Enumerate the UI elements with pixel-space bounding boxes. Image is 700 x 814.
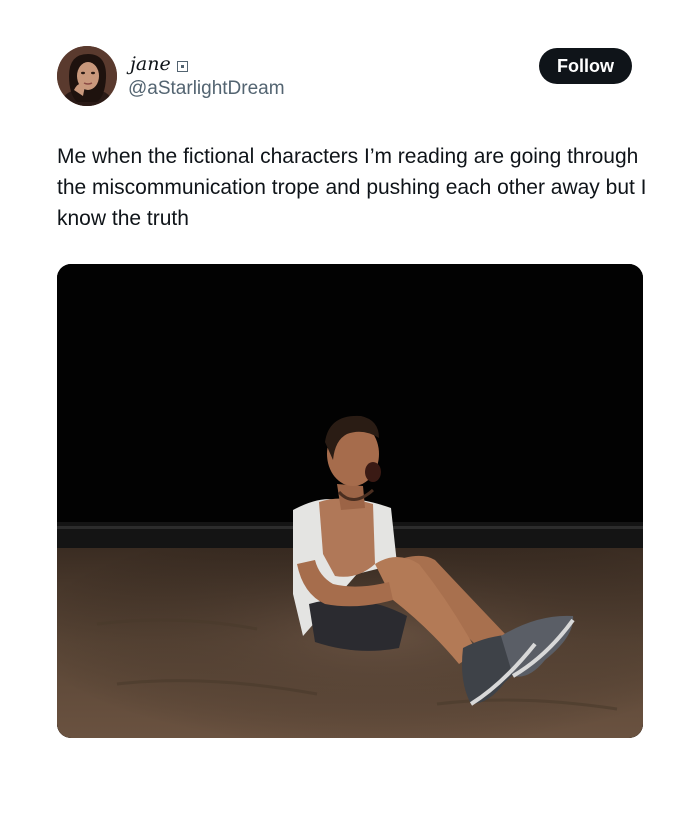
tweet-card: jane @aStarlightDream Follow Me when the… (0, 0, 700, 814)
follow-button[interactable]: Follow (539, 48, 632, 84)
square-badge-icon (176, 60, 188, 72)
tweet-media-image[interactable] (57, 264, 643, 738)
user-handle[interactable]: @aStarlightDream (128, 77, 285, 101)
avatar[interactable] (57, 46, 117, 106)
name-row: jane (130, 52, 188, 76)
avatar-image (57, 46, 117, 106)
tweet-text: Me when the fictional characters I’m rea… (57, 145, 647, 230)
beach-night-photo (57, 264, 643, 738)
display-name[interactable]: jane (130, 52, 171, 76)
